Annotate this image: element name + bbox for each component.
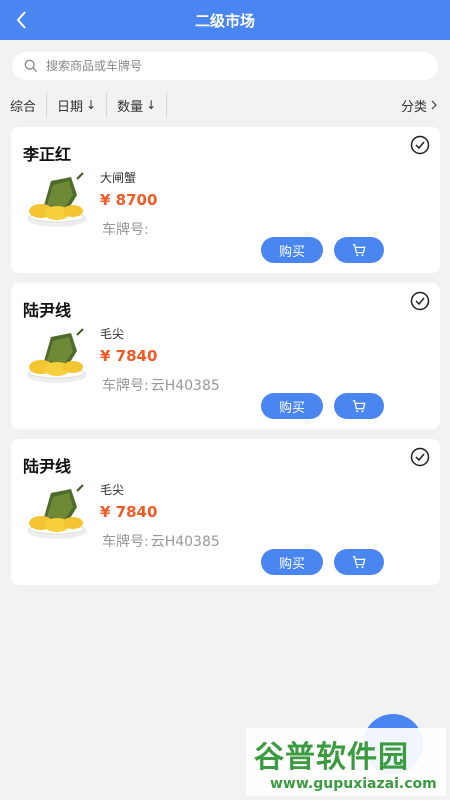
seller-name: 陆尹线 <box>23 301 72 320</box>
listing-card: 李正红 大闸蟹 ¥ 8700 车牌号: 购买 <box>11 127 440 273</box>
cart-icon <box>352 244 366 257</box>
chevron-right-icon <box>431 100 437 110</box>
plate-value: 云H40385 <box>150 534 220 550</box>
add-to-cart-button[interactable] <box>334 549 384 575</box>
search-input[interactable] <box>46 59 406 73</box>
filter-label: 数量 <box>117 99 144 115</box>
watermark-title: 谷普软件园 <box>254 740 409 775</box>
plate-label: 车牌号: <box>102 222 149 238</box>
durian-product-image <box>27 328 87 383</box>
price: ¥ 7840 <box>100 503 158 521</box>
seller-name: 李正红 <box>23 145 72 164</box>
durian-product-image <box>27 484 87 539</box>
category-label: 分类 <box>400 99 427 115</box>
buy-button[interactable]: 购买 <box>261 549 323 575</box>
search-bar[interactable] <box>12 52 438 80</box>
license-plate: 车牌号: 云H40385 <box>100 531 220 551</box>
page-title: 二级市场 <box>194 11 255 30</box>
watermark: 谷普软件园 www.gupuxiazai.com <box>246 728 446 796</box>
plate-label: 车牌号: <box>102 378 149 394</box>
durian-product-image <box>27 172 87 227</box>
seller-name: 陆尹线 <box>23 457 72 476</box>
sort-down-icon: ↓ <box>86 98 97 112</box>
filter-quantity[interactable]: 数量 ↓ <box>107 92 168 118</box>
license-plate: 车牌号: 云H40385 <box>100 375 220 395</box>
listing-card: 陆尹线 毛尖 ¥ 7840 车牌号: 云H40385 购买 <box>11 283 440 429</box>
add-to-cart-button[interactable] <box>334 237 384 263</box>
check-circle-icon[interactable] <box>410 447 430 467</box>
filter-label: 日期 <box>57 99 84 115</box>
sort-down-icon: ↓ <box>146 98 157 112</box>
category-dropdown[interactable]: 分类 <box>401 96 438 115</box>
product-name: 毛尖 <box>100 483 125 497</box>
check-circle-icon[interactable] <box>410 291 430 311</box>
buy-button[interactable]: 购买 <box>261 237 323 263</box>
price: ¥ 7840 <box>100 347 158 365</box>
price: ¥ 8700 <box>100 191 158 209</box>
product-name: 毛尖 <box>100 327 125 341</box>
product-name: 大闸蟹 <box>100 171 137 185</box>
filter-bar: 综合 日期 ↓ 数量 ↓ 分类 <box>0 92 450 118</box>
filter-date[interactable]: 日期 ↓ <box>47 92 108 118</box>
filter-comprehensive[interactable]: 综合 <box>0 92 48 118</box>
check-circle-icon[interactable] <box>410 135 430 155</box>
add-to-cart-button[interactable] <box>334 393 384 419</box>
filter-label: 综合 <box>10 99 37 115</box>
listing-card: 陆尹线 毛尖 ¥ 7840 车牌号: 云H40385 购买 <box>11 439 440 585</box>
plate-label: 车牌号: <box>102 534 149 550</box>
app-header: 二级市场 <box>0 0 450 40</box>
plate-value: 云H40385 <box>150 378 220 394</box>
buy-button[interactable]: 购买 <box>261 393 323 419</box>
search-icon <box>24 59 38 73</box>
back-chevron-icon[interactable] <box>10 8 34 32</box>
license-plate: 车牌号: <box>100 219 151 239</box>
watermark-url: www.gupuxiazai.com <box>270 776 437 792</box>
cart-icon <box>352 400 366 413</box>
cart-icon <box>352 556 366 569</box>
